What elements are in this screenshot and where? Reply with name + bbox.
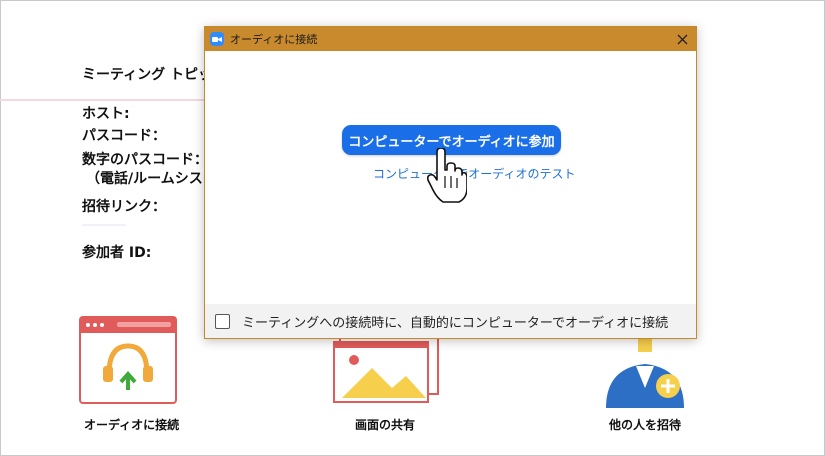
passcode-label: パスコード： [82,128,166,144]
auto-connect-label: ミーティングへの接続時に、自動的にコンピューターでオーディオに接続 [242,315,669,331]
test-audio-link[interactable]: コンピューターでオーディオのテスト [373,165,575,182]
close-icon [677,34,687,44]
hand-pointer-icon [427,148,467,203]
invite-link-label: 招待リンク： [82,199,166,215]
invite-tile-label: 他の人を招待 [608,418,681,432]
invite-link-blur [82,224,126,226]
image-share-icon [333,338,439,403]
dialog-titlebar[interactable]: オーディオに接続 [205,27,696,51]
auto-connect-checkbox[interactable] [215,313,230,329]
share-tile-label: 画面の共有 [354,418,415,432]
close-button[interactable] [672,29,692,49]
zoom-camera-icon [210,32,224,46]
dialog-title: オーディオに接続 [230,33,318,46]
headphones-icon [79,316,177,404]
add-person-icon [606,338,684,408]
audio-tile-label: オーディオに接続 [84,418,180,432]
participant-id-label: 参加者 ID: [82,245,152,261]
numeric-passcode-label: 数字のパスコード： [82,152,208,168]
dialog-footer: ミーティングへの接続時に、自動的にコンピューターでオーディオに接続 [205,304,696,338]
numeric-passcode-note: （電話/ルームシス [86,171,203,187]
host-label: ホスト: [82,106,130,122]
